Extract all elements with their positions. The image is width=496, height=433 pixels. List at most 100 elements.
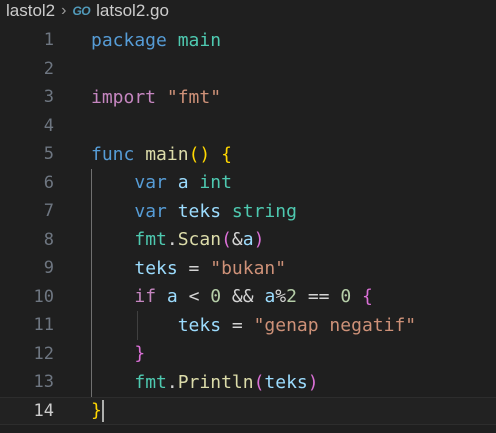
code-line[interactable]: 10 if a < 0 && a%2 == 0 { xyxy=(0,283,496,311)
code-token: var xyxy=(134,172,167,193)
code-text: var a int xyxy=(91,172,232,193)
breadcrumb: lastol2 › GO latsol2.go xyxy=(0,0,496,22)
code-line[interactable]: 12 } xyxy=(0,340,496,368)
code-line[interactable]: 5 func main() { xyxy=(0,140,496,168)
line-number: 10 xyxy=(33,286,54,307)
code-token: teks xyxy=(264,371,308,393)
code-token: % xyxy=(275,286,287,307)
code-text: func main() { xyxy=(91,144,232,165)
code-token: } xyxy=(134,343,146,364)
line-number: 11 xyxy=(33,315,54,335)
code-line[interactable]: 8 fmt.Scan(&a) xyxy=(0,226,496,254)
code-token: a xyxy=(166,286,178,307)
line-number: 4 xyxy=(43,115,54,136)
line-number: 14 xyxy=(33,400,54,421)
code-token: main xyxy=(145,143,189,165)
code-token: "fmt" xyxy=(166,86,222,108)
code-text: } xyxy=(91,343,145,364)
code-token: && xyxy=(221,286,265,307)
code-token: func xyxy=(91,143,135,165)
code-line[interactable]: 2 xyxy=(0,55,496,83)
code-text: if a < 0 && a%2 == 0 { xyxy=(91,286,373,307)
code-token: ( xyxy=(253,371,265,393)
code-token: teks xyxy=(134,257,178,279)
line-number: 7 xyxy=(43,201,54,221)
code-line[interactable]: 13 fmt.Println(teks) xyxy=(0,368,496,396)
line-number: 12 xyxy=(33,343,54,364)
code-token: fmt xyxy=(134,229,167,250)
code-token: fmt xyxy=(134,371,167,393)
code-token: if xyxy=(134,286,157,307)
text-cursor xyxy=(101,399,104,422)
code-token: = xyxy=(177,257,211,279)
line-number: 2 xyxy=(43,58,54,79)
code-text: fmt.Scan(&a) xyxy=(91,229,264,250)
code-line[interactable]: 9 teks = "bukan" xyxy=(0,254,496,282)
code-text: package main xyxy=(91,30,221,51)
code-token: . xyxy=(166,371,178,393)
code-line[interactable]: 1 package main xyxy=(0,26,496,54)
code-token: package xyxy=(91,29,167,51)
code-token: main xyxy=(177,29,222,51)
breadcrumb-file[interactable]: latsol2.go xyxy=(96,1,169,21)
code-line[interactable]: 7 var teks string xyxy=(0,197,496,225)
code-token: var xyxy=(134,200,167,222)
line-number: 9 xyxy=(43,258,54,278)
code-text: var teks string xyxy=(91,201,297,222)
code-token: 0 xyxy=(210,286,222,307)
code-token: import xyxy=(91,86,157,108)
code-text: teks = "bukan" xyxy=(91,258,286,279)
line-number: 8 xyxy=(43,229,54,250)
code-editor[interactable]: 1 package main 2 3 import "fmt" 4 5 func main()… xyxy=(0,26,496,433)
code-token: } xyxy=(91,399,102,421)
code-token: = xyxy=(221,314,254,336)
code-line[interactable]: 14} xyxy=(0,396,496,425)
code-token: . xyxy=(166,229,178,250)
code-token: teks xyxy=(177,314,222,336)
go-file-icon: GO xyxy=(72,4,91,18)
line-number: 3 xyxy=(43,87,54,107)
code-text: fmt.Println(teks) xyxy=(91,371,319,393)
code-token: < xyxy=(177,286,211,307)
code-token: ) xyxy=(307,371,319,393)
code-line[interactable]: 6 var a int xyxy=(0,169,496,197)
code-text: import "fmt" xyxy=(91,87,221,108)
line-number: 6 xyxy=(43,172,54,193)
code-token: { xyxy=(221,143,232,165)
indent-guide xyxy=(136,311,138,340)
code-token: teks xyxy=(177,200,222,222)
code-token: "genap negatif" xyxy=(253,314,417,336)
code-token: ( xyxy=(221,229,232,250)
code-token: Scan xyxy=(177,229,222,250)
chevron-right-icon: › xyxy=(61,2,67,19)
code-line[interactable]: 3 import "fmt" xyxy=(0,83,496,111)
line-number: 5 xyxy=(43,144,54,164)
code-token: == xyxy=(296,286,341,307)
code-token: a xyxy=(242,229,254,250)
code-token: () xyxy=(188,143,211,165)
code-line[interactable]: 4 xyxy=(0,112,496,140)
indent-guide xyxy=(91,168,92,397)
code-token: { xyxy=(362,286,373,307)
code-text: teks = "genap negatif" xyxy=(91,315,416,336)
breadcrumb-folder[interactable]: lastol2 xyxy=(6,1,55,21)
code-line[interactable]: 11 teks = "genap negatif" xyxy=(0,311,496,339)
code-token: int xyxy=(199,172,232,193)
